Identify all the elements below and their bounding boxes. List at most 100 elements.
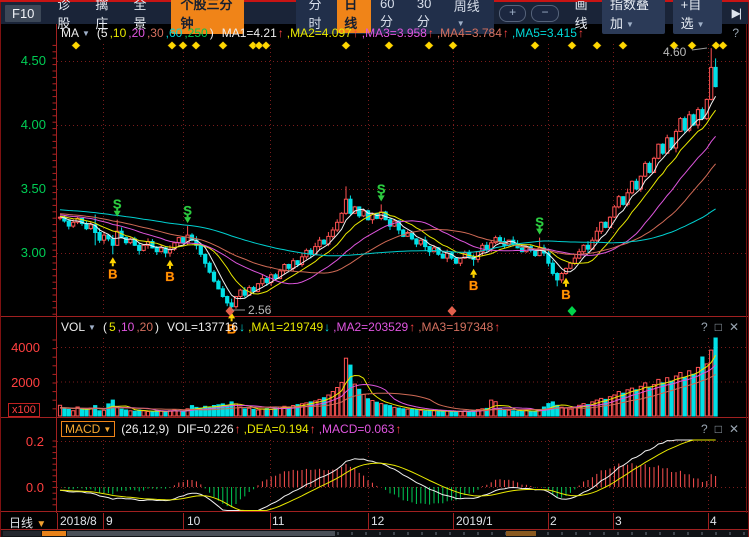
indicator-value: ,MACD=0.063 xyxy=(319,422,395,436)
horizontal-scrollbar[interactable] xyxy=(1,530,748,537)
ma-values: MA1=4.21↑,MA2=4.097↑,MA3=3.958↑,MA4=3.78… xyxy=(220,26,585,40)
tab-weekly-label: 周线 xyxy=(454,0,480,14)
up-arrow-icon: ↑ xyxy=(578,26,584,40)
indicator-value: 5 xyxy=(109,320,116,334)
f10-button[interactable]: F10 xyxy=(5,5,41,22)
volume-unit-label: x100 xyxy=(8,403,40,417)
help-icon[interactable]: ? xyxy=(701,320,708,334)
arrow-down-icon: ▼ xyxy=(36,519,46,530)
event-diamond-icon xyxy=(179,42,187,50)
green-diamond-icon xyxy=(568,306,577,316)
vol-params: (5,10,20) xyxy=(101,320,159,334)
time-axis-separator xyxy=(270,513,271,529)
macd-dropdown[interactable]: MACD▼ xyxy=(61,421,115,437)
sell-arrow-icon xyxy=(536,229,543,235)
up-arrow-icon: ↑ xyxy=(310,422,316,436)
period-indicator[interactable]: 日线 ▼ xyxy=(9,514,46,531)
event-diamond-icon xyxy=(72,42,80,50)
help-icon[interactable]: ? xyxy=(732,26,739,40)
time-axis-label: 10 xyxy=(187,514,200,528)
buy-arrow-icon xyxy=(470,269,477,275)
macd-params: (26,12,9) xyxy=(119,422,169,436)
indicator-value: ) xyxy=(210,26,214,40)
up-arrow-icon: ↑ xyxy=(395,422,401,436)
buy-arrow-icon xyxy=(167,260,174,266)
indicator-value: ,30 xyxy=(147,26,164,40)
price-axis-label: 4.50 xyxy=(6,53,46,68)
indicator-value: ,10 xyxy=(110,26,127,40)
time-axis-separator xyxy=(613,513,614,529)
time-axis-separator xyxy=(368,513,369,529)
time-axis-label: 9 xyxy=(106,514,113,528)
time-axis-label: 2019/1 xyxy=(456,514,493,528)
time-axis-separator xyxy=(183,513,184,529)
indicator-value: ,DEA=0.194 xyxy=(244,422,309,436)
up-arrow-icon: ↑ xyxy=(235,422,241,436)
maximize-icon[interactable]: □ xyxy=(715,422,722,436)
event-diamond-icon xyxy=(688,42,696,50)
zoom-out-button[interactable]: − xyxy=(531,5,558,22)
ma-dropdown[interactable]: MA▼ xyxy=(61,26,90,40)
vol-values: VOL=137716↓,MA1=219749↓,MA2=203529↑,MA3=… xyxy=(165,320,501,334)
ma-line-30 xyxy=(60,164,716,273)
buy-signal-label: B xyxy=(469,278,478,293)
scrollbar-ticks xyxy=(337,532,745,535)
time-axis-separator xyxy=(57,513,58,529)
scrollbar-track[interactable] xyxy=(67,531,335,536)
stock-chart-window: F10 诊股 擒庄 全景 个股三分钟 分时 日线 60分 30分 周线▼ + −… xyxy=(0,0,749,537)
indicator-value: ,MA2=4.097 xyxy=(287,26,352,40)
maximize-icon[interactable]: □ xyxy=(715,320,722,334)
vol-pane-icons: ? □ ✕ xyxy=(701,320,739,334)
vol-indicator-row: VOL▼ (5,10,20) VOL=137716↓,MA1=219749↓,M… xyxy=(61,319,741,335)
salmon-diamond-icon xyxy=(226,306,235,316)
down-arrow-icon: ↓ xyxy=(239,320,245,334)
chevron-down-icon: ▼ xyxy=(103,425,111,434)
macd-label: MACD xyxy=(65,422,100,436)
event-diamond-icon xyxy=(593,42,601,50)
ma-indicator-row: MA▼ (5,10,20,30,60,250) MA1=4.21↑,MA2=4.… xyxy=(61,25,741,41)
macd-indicator-row: MACD▼ (26,12,9) DIF=0.226↑,DEA=0.194↑,MA… xyxy=(61,421,741,437)
help-icon[interactable]: ? xyxy=(701,422,708,436)
indicator-value: ( xyxy=(103,320,107,334)
scrollbar-handle[interactable] xyxy=(3,531,41,536)
indicator-value: ,10 xyxy=(118,320,135,334)
top-toolbar: F10 诊股 擒庄 全景 个股三分钟 分时 日线 60分 30分 周线▼ + −… xyxy=(1,2,748,24)
event-diamond-icon xyxy=(262,42,270,50)
collapse-panel-icon[interactable]: ▶| xyxy=(732,6,740,20)
indicator-value: ) xyxy=(155,320,159,334)
time-axis-separator xyxy=(708,513,709,529)
scrollbar-highlight xyxy=(42,531,66,536)
event-diamond-icon xyxy=(531,42,539,50)
time-axis-separator xyxy=(453,513,454,529)
ma-line-20 xyxy=(60,136,716,283)
chart-canvas[interactable]: BBBBBSSSS4.602.56 xyxy=(0,0,749,537)
price-annotation: 2.56 xyxy=(248,303,272,317)
time-axis-separator xyxy=(548,513,549,529)
indicator-value: ,20 xyxy=(128,26,145,40)
ma-label: MA xyxy=(61,26,79,40)
event-diamond-icon xyxy=(719,42,727,50)
close-icon[interactable]: ✕ xyxy=(729,422,739,436)
indicator-value: (26,12,9) xyxy=(121,422,169,436)
indicator-value: ,MA1=219749 xyxy=(248,320,323,334)
up-arrow-icon: ↑ xyxy=(494,320,500,334)
price-axis-label: 3.00 xyxy=(6,245,46,260)
time-axis: 日线 ▼ 2018/891011122019/1234 xyxy=(1,513,748,529)
volume-axis-label: 2000 xyxy=(6,375,40,390)
vol-dropdown[interactable]: VOL▼ xyxy=(61,320,96,334)
buy-signal-label: B xyxy=(165,269,174,284)
salmon-diamond-icon xyxy=(448,306,457,316)
up-arrow-icon: ↑ xyxy=(409,320,415,334)
indicator-value: ,60 xyxy=(166,26,183,40)
macd-axis-label: 0.0 xyxy=(10,480,44,495)
event-diamond-icon xyxy=(219,42,227,50)
indicator-value: ,MA5=3.415 xyxy=(512,26,577,40)
vol-label: VOL xyxy=(61,320,85,334)
indicator-value: ,MA3=197348 xyxy=(418,320,493,334)
candles-layer xyxy=(58,48,717,309)
zoom-in-button[interactable]: + xyxy=(499,5,526,22)
price-axis-label: 4.00 xyxy=(6,117,46,132)
time-axis-label: 12 xyxy=(371,514,384,528)
indicator-value: VOL=137716 xyxy=(167,320,238,334)
close-icon[interactable]: ✕ xyxy=(729,320,739,334)
